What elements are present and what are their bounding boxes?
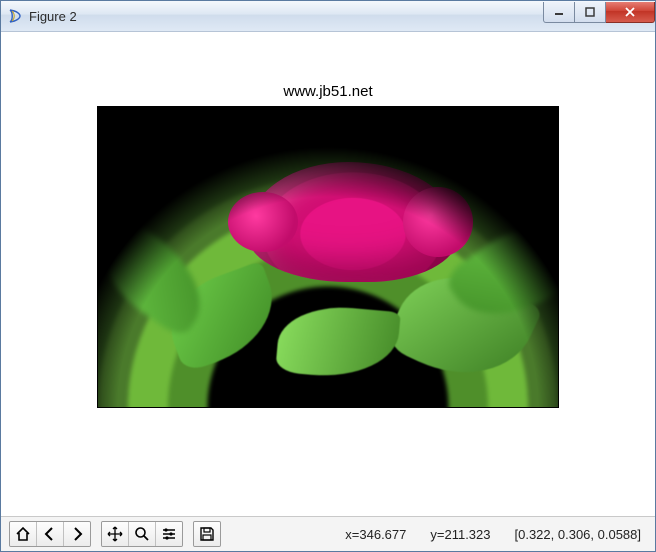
status-readout: x=346.677 y=211.323 [0.322, 0.306, 0.058…: [345, 527, 647, 542]
cursor-y: y=211.323: [430, 527, 490, 542]
zoom-button[interactable]: [129, 522, 156, 546]
zoom-icon: [134, 526, 150, 542]
cursor-x: x=346.677: [345, 527, 406, 542]
window-controls: [543, 2, 655, 22]
figure-window: Figure 2 www.jb51.net: [0, 0, 656, 552]
plot-title: www.jb51.net: [283, 83, 372, 100]
forward-button[interactable]: [64, 522, 90, 546]
window-title: Figure 2: [29, 9, 543, 24]
cursor-rgb: [0.322, 0.306, 0.0588]: [515, 527, 642, 542]
app-icon: [7, 8, 23, 24]
titlebar: Figure 2: [1, 1, 655, 32]
figure-canvas[interactable]: www.jb51.net: [13, 42, 643, 510]
minimize-button[interactable]: [543, 2, 575, 23]
save-button[interactable]: [194, 522, 220, 546]
toolbar-group-nav: [9, 521, 91, 547]
pan-button[interactable]: [102, 522, 129, 546]
back-button[interactable]: [37, 522, 64, 546]
back-icon: [42, 526, 58, 542]
pan-icon: [107, 526, 123, 542]
toolbar-group-save: [193, 521, 221, 547]
client-area: www.jb51.net: [1, 32, 655, 516]
save-icon: [199, 526, 215, 542]
toolbar-group-view: [101, 521, 183, 547]
configure-icon: [161, 526, 177, 542]
configure-button[interactable]: [156, 522, 182, 546]
forward-icon: [69, 526, 85, 542]
home-icon: [15, 526, 31, 542]
maximize-icon: [585, 7, 595, 17]
matplotlib-toolbar: x=346.677 y=211.323 [0.322, 0.306, 0.058…: [1, 516, 655, 551]
maximize-button[interactable]: [575, 2, 606, 23]
close-button[interactable]: [606, 2, 655, 23]
plot-image: [97, 106, 559, 408]
home-button[interactable]: [10, 522, 37, 546]
minimize-icon: [554, 7, 564, 17]
close-icon: [624, 7, 636, 17]
